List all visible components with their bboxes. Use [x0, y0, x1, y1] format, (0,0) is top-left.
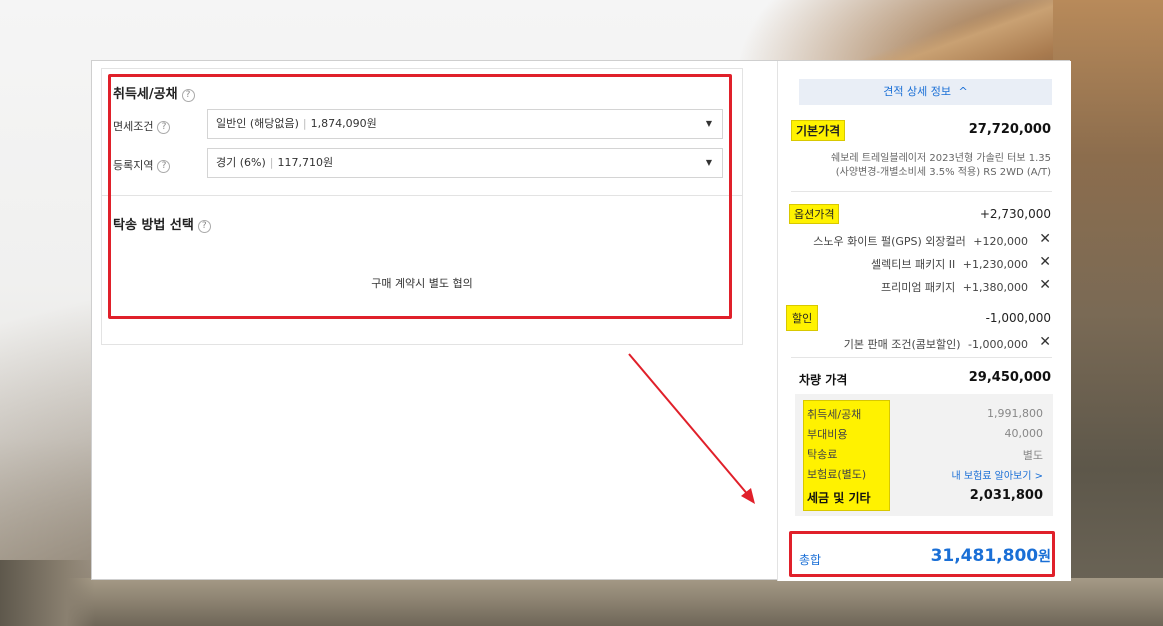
tax-row-value: 40,000	[1004, 427, 1044, 440]
vehicle-price-amount: 29,450,000	[968, 370, 1051, 385]
vehicle-price-label: 차량 가격	[799, 373, 848, 387]
base-price-desc-2: (사양변경-개별소비세 3.5% 적용) RS 2WD (A/T)	[835, 167, 1051, 178]
close-icon[interactable]: ✕	[1039, 231, 1051, 247]
option-name: 셀렉티브 패키지 II	[870, 258, 956, 271]
quote-window: 취득세/공채? 면세조건? 일반인 (해당없음) | 1,874,090원 ▼ 등록…	[91, 60, 1071, 581]
tax-row-value: 1,991,800	[987, 407, 1043, 420]
base-price-desc-1: 쉐보레 트레일블레이저 2023년형 가솔린 터보 1.35	[830, 153, 1051, 164]
discount-item-name: 기본 판매 조건(콤보할인) -1,000,000	[844, 336, 1028, 352]
tax-row-label: 보험료(별도)	[807, 468, 867, 481]
quote-detail-toggle[interactable]: 견적 상세 정보 ^	[799, 79, 1052, 105]
discount-amount: -1,000,000	[985, 311, 1051, 325]
discount-label: 할인	[786, 305, 819, 331]
close-icon[interactable]: ✕	[1039, 277, 1051, 293]
annotation-box-total	[789, 531, 1055, 577]
option-price-amount: +2,730,000	[979, 207, 1051, 221]
base-price-label: 기본가격	[791, 120, 846, 141]
insurance-link[interactable]: 내 보험료 알아보기 >	[951, 467, 1043, 482]
base-price-amount: 27,720,000	[968, 122, 1051, 137]
close-icon[interactable]: ✕	[1039, 254, 1051, 270]
quote-detail-panel: 견적 상세 정보 ^ 기본가격 27,720,000 쉐보레 트레일블레이저 2…	[777, 61, 1071, 581]
option-price-label: 옵션가격	[789, 204, 840, 224]
tax-row-label: 탁송료	[807, 448, 838, 461]
background-rock-bottom	[0, 578, 1163, 626]
annotation-arrow	[628, 353, 755, 504]
close-icon[interactable]: ✕	[1039, 334, 1051, 350]
option-name: 스노우 화이트 펄(GPS) 외장컬러	[813, 235, 966, 248]
option-amount: +1,230,000	[962, 258, 1028, 271]
taxes-total-amount: 2,031,800	[969, 488, 1043, 503]
tax-row-value: 별도	[1022, 449, 1043, 462]
option-name: 프리미엄 패키지	[880, 281, 956, 294]
option-amount: +120,000	[973, 235, 1028, 248]
option-item-name: 프리미엄 패키지 +1,380,000	[881, 279, 1028, 295]
tax-row-label: 부대비용	[807, 428, 848, 441]
discount-item-amount: -1,000,000	[968, 338, 1028, 351]
divider	[791, 357, 1052, 358]
discount-name: 기본 판매 조건(콤보할인)	[843, 338, 961, 351]
divider	[791, 191, 1052, 192]
tax-row-label: 취득세/공채	[807, 408, 862, 421]
option-item-name: 스노우 화이트 펄(GPS) 외장컬러 +120,000	[813, 233, 1028, 249]
option-amount: +1,380,000	[962, 281, 1028, 294]
option-item-name: 셀렉티브 패키지 II +1,230,000	[871, 256, 1028, 272]
quote-detail-header: 견적 상세 정보	[883, 85, 951, 98]
taxes-total-label: 세금 및 기타	[807, 491, 871, 505]
background-rock-left	[0, 560, 95, 626]
chevron-up-icon: ^	[958, 85, 968, 98]
annotation-box-left	[108, 74, 732, 319]
